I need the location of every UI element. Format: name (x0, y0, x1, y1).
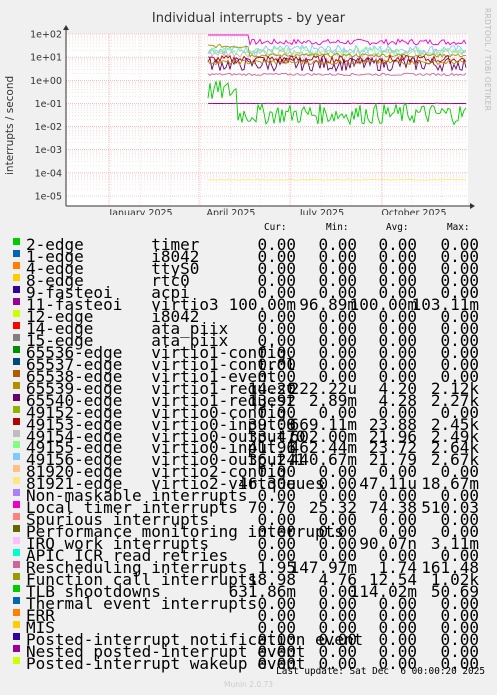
legend-row: Function call interrupts 18.98 4.76 12.54 1.… (0, 570, 497, 589)
legend-swatch (13, 441, 20, 449)
y-tick-label: 1e+02 (30, 30, 62, 41)
legend-swatch (13, 309, 20, 317)
x-tick-labels: January 2025 April 2025 July 2025 October 2… (108, 208, 446, 215)
chart-plot: 1e+02 1e+01 1e+00 1e-01 1e-02 1e-03 1e-04 1e-05… (30, 25, 475, 215)
legend-row: Nested posted-interrupt event 0.00 0.00 0.0… (0, 642, 497, 661)
legend-row: MIS 0.00 0.00 0.00 0.00 (0, 618, 497, 637)
legend-swatch (13, 369, 20, 377)
legend-swatch (13, 405, 20, 413)
legend-row: 14-edge ata_piix 0.00 0.00 0.00 0.00 (0, 319, 497, 338)
x-tick-label: April 2025 (207, 208, 256, 215)
legend-swatch (13, 597, 20, 605)
legend-row: 81920-edge virtio2-config 0.00 0.00 0.00 0.0… (0, 462, 497, 481)
last-update: Last update: Sat Dec 6 00:00:20 2025 (276, 666, 485, 677)
legend-row: IRQ work interrupts 0.00 0.00 90.07n 3.11m (0, 534, 497, 553)
legend-swatch (13, 357, 20, 365)
legend-row: Spurious interrupts 0.00 0.00 0.00 0.00 (0, 510, 497, 529)
legend-row: Local timer interrupts 70.70 25.32 74.38 510… (0, 498, 497, 517)
legend-swatch (13, 285, 20, 293)
legend-row: Posted-interrupt wakeup event 0.00 0.00 0.0… (0, 654, 497, 673)
header-avg: Avg: (386, 222, 409, 233)
legend-row: 65536-edge virtio1-config 0.00 0.00 0.00 0.0… (0, 343, 497, 362)
legend-row: 12-edge i8042 0.00 0.00 0.00 0.00 (0, 307, 497, 326)
legend-swatch (13, 333, 20, 341)
legend-swatch (13, 381, 20, 389)
y-tick-labels: 1e+02 1e+01 1e+00 1e-01 1e-02 1e-03 1e-04 1e-05 (30, 30, 62, 203)
legend-row: 49152-edge virtio0-config 0.00 0.00 0.00 0.0… (0, 403, 497, 422)
legend-row: Thermal event interrupts 0.00 0.00 0.00 0.00 (0, 594, 497, 613)
legend-row: 65537-edge virtio1-control 0.00 0.00 0.00 0.… (0, 355, 497, 374)
header-cur: Cur: (264, 222, 287, 233)
legend-row: 65538-edge virtio1-event 0.00 0.00 0.00 0.00 (0, 367, 497, 386)
y-tick-label: 1e+01 (30, 53, 62, 64)
legend-swatch (13, 465, 20, 473)
legend-swatch (13, 585, 20, 593)
legend-swatch (13, 345, 20, 353)
legend-row: 11-fasteoi virtio3 100.00m 96.89m 100.00m 10… (0, 295, 497, 314)
legend-row: Posted-interrupt notification event 0.00 0… (0, 630, 497, 649)
legend-swatch (13, 273, 20, 281)
legend-row: 15-edge ata_piix 0.00 0.00 0.00 0.00 (0, 331, 497, 350)
legend-row: APIC ICR read retries 0.00 0.00 0.00 0.00 (0, 546, 497, 565)
legend-row: Performance monitoring interrupts 0.00 0.0… (0, 522, 497, 541)
y-tick-label: 1e+00 (30, 76, 62, 87)
legend-row: 65539-edge virtio1-request 14.20 222.22u 4.… (0, 379, 497, 398)
legend-swatch (13, 501, 20, 509)
legend-row: 9-fasteoi acpi 0.00 0.00 0.00 0.00 (0, 283, 497, 302)
legend-swatch (13, 297, 20, 305)
y-tick-label: 1e-01 (35, 99, 62, 110)
y-axis-arrow (63, 25, 69, 30)
y-tick-label: 1e-03 (35, 145, 62, 156)
y-tick-label: 1e-05 (35, 192, 62, 203)
legend-row: 49153-edge virtio0-input.0 39.08 669.11m 23… (0, 415, 497, 434)
legend-swatch (13, 249, 20, 257)
legend-row: 49156-edge virtio0-output.1 36.24 440.67m 2… (0, 450, 497, 469)
legend-row: 81921-edge virtio2-virtqueues 46.30u 0.00 4… (0, 474, 497, 493)
legend-swatch (13, 321, 20, 329)
legend-swatch (13, 525, 20, 533)
legend-swatch (13, 429, 20, 437)
legend-row: 49155-edge virtio0-input.1 41.96 462.44m 23… (0, 438, 497, 457)
legend-swatch (13, 561, 20, 569)
legend-swatch (13, 453, 20, 461)
legend-row: TLB shootdowns 631.86m 0.00 114.02m 50.69 (0, 582, 497, 601)
legend-swatch (13, 549, 20, 557)
legend-swatch (13, 513, 20, 521)
legend-row: 49154-edge virtio0-output.0 33.47 602.00m 2… (0, 427, 497, 446)
legend-swatch (13, 644, 20, 652)
legend-swatch (13, 417, 20, 425)
header-max: Max: (447, 222, 470, 233)
legend-swatch (13, 609, 20, 617)
x-tick-label: July 2025 (299, 208, 344, 215)
legend-swatch (13, 261, 20, 269)
legend-row: 4-edge ttyS0 0.00 0.00 0.00 0.00 (0, 259, 497, 278)
x-axis-arrow (470, 203, 475, 209)
legend-row: 1-edge i8042 0.00 0.00 0.00 0.00 (0, 247, 497, 266)
legend-row: 8-edge rtc0 0.00 0.00 0.00 0.00 (0, 271, 497, 290)
legend-row: Rescheduling interrupts 1.95 147.97m 1.74 16… (0, 558, 497, 577)
legend-swatch (13, 573, 20, 581)
legend-swatch (13, 489, 20, 497)
x-tick-label: January 2025 (108, 208, 172, 215)
legend-row: ERR 0.00 0.00 0.00 0.00 (0, 606, 497, 625)
legend-swatch (13, 238, 20, 245)
munin-version: Munin 2.0.73 (223, 680, 274, 689)
legend-swatch (13, 477, 20, 485)
legend-swatch (13, 633, 20, 640)
y-tick-label: 1e-04 (35, 168, 62, 179)
legend-swatch (13, 393, 20, 401)
legend-row: Non-maskable interrupts 0.00 0.00 0.00 0.00 (0, 486, 497, 505)
legend-swatch (13, 537, 20, 545)
legend-row: 65540-edge virtio1-request 13.92 2.89m 4.28… (0, 391, 497, 410)
x-tick-label: October 2025 (381, 208, 446, 215)
legend-swatch (13, 621, 20, 629)
legend-row: 2-edge timer 0.00 0.00 0.00 0.00 (0, 235, 497, 254)
series-line-virtio3 (207, 102, 467, 105)
y-tick-label: 1e-02 (35, 122, 62, 133)
legend-swatch (13, 656, 20, 664)
header-min: Min: (326, 222, 349, 233)
